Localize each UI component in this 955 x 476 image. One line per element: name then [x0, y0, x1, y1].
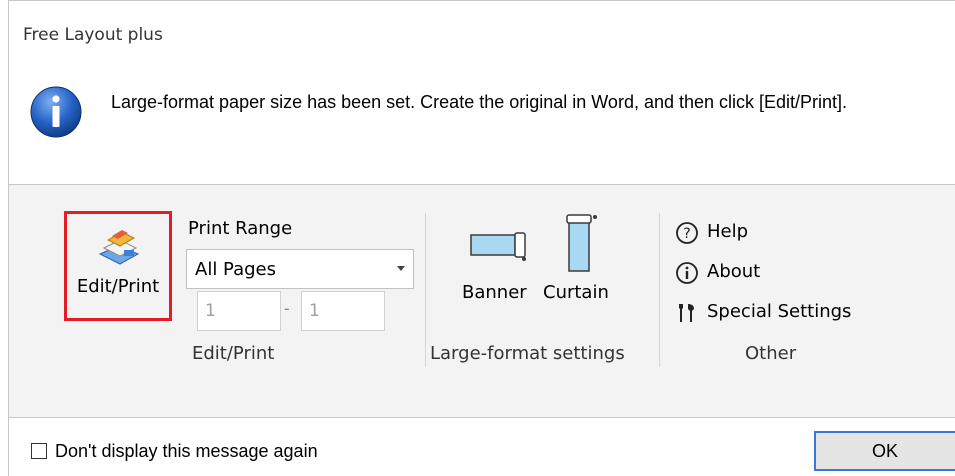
checkbox-box[interactable]	[31, 443, 47, 459]
to-page-input[interactable]: 1	[301, 291, 385, 331]
message-text: Large-format paper size has been set. Cr…	[111, 92, 848, 112]
group-label-other: Other	[745, 343, 797, 364]
chevron-down-icon	[397, 266, 405, 271]
special-settings-label: Special Settings	[707, 301, 852, 322]
info-icon	[30, 86, 82, 138]
edit-print-icon	[98, 230, 140, 265]
print-range-label: Print Range	[188, 218, 293, 239]
ok-label: OK	[871, 441, 898, 461]
ok-button[interactable]: OK	[814, 431, 955, 471]
curtain-label: Curtain	[543, 282, 609, 303]
edit-print-label: Edit/Print	[76, 276, 160, 297]
svg-text:?: ?	[683, 226, 690, 242]
range-separator: -	[284, 299, 290, 318]
group-divider	[659, 213, 660, 367]
info-circle-icon	[676, 262, 698, 284]
banner-icon	[470, 232, 526, 261]
print-range-select[interactable]: All Pages	[186, 249, 414, 289]
from-page-input[interactable]: 1	[197, 291, 281, 331]
print-range-value: All Pages	[195, 259, 276, 280]
banner-label: Banner	[462, 282, 527, 303]
ribbon-panel: Edit/Print Print Range All Pages 1 - 1 E…	[9, 184, 955, 418]
help-label: Help	[707, 221, 749, 242]
group-label-large-format: Large-format settings	[430, 343, 625, 364]
group-label-edit-print: Edit/Print	[192, 343, 275, 364]
checkbox-label: Don't display this message again	[55, 441, 318, 461]
question-icon: ?	[676, 222, 698, 244]
about-label: About	[707, 261, 761, 282]
curtain-icon	[566, 214, 597, 272]
group-divider	[425, 213, 426, 367]
tools-icon	[679, 304, 694, 322]
edit-print-button[interactable]: Edit/Print	[64, 211, 172, 321]
window-title: Free Layout plus	[23, 25, 163, 45]
dialog-window: Free Layout plus Large-format paper size…	[8, 0, 955, 476]
